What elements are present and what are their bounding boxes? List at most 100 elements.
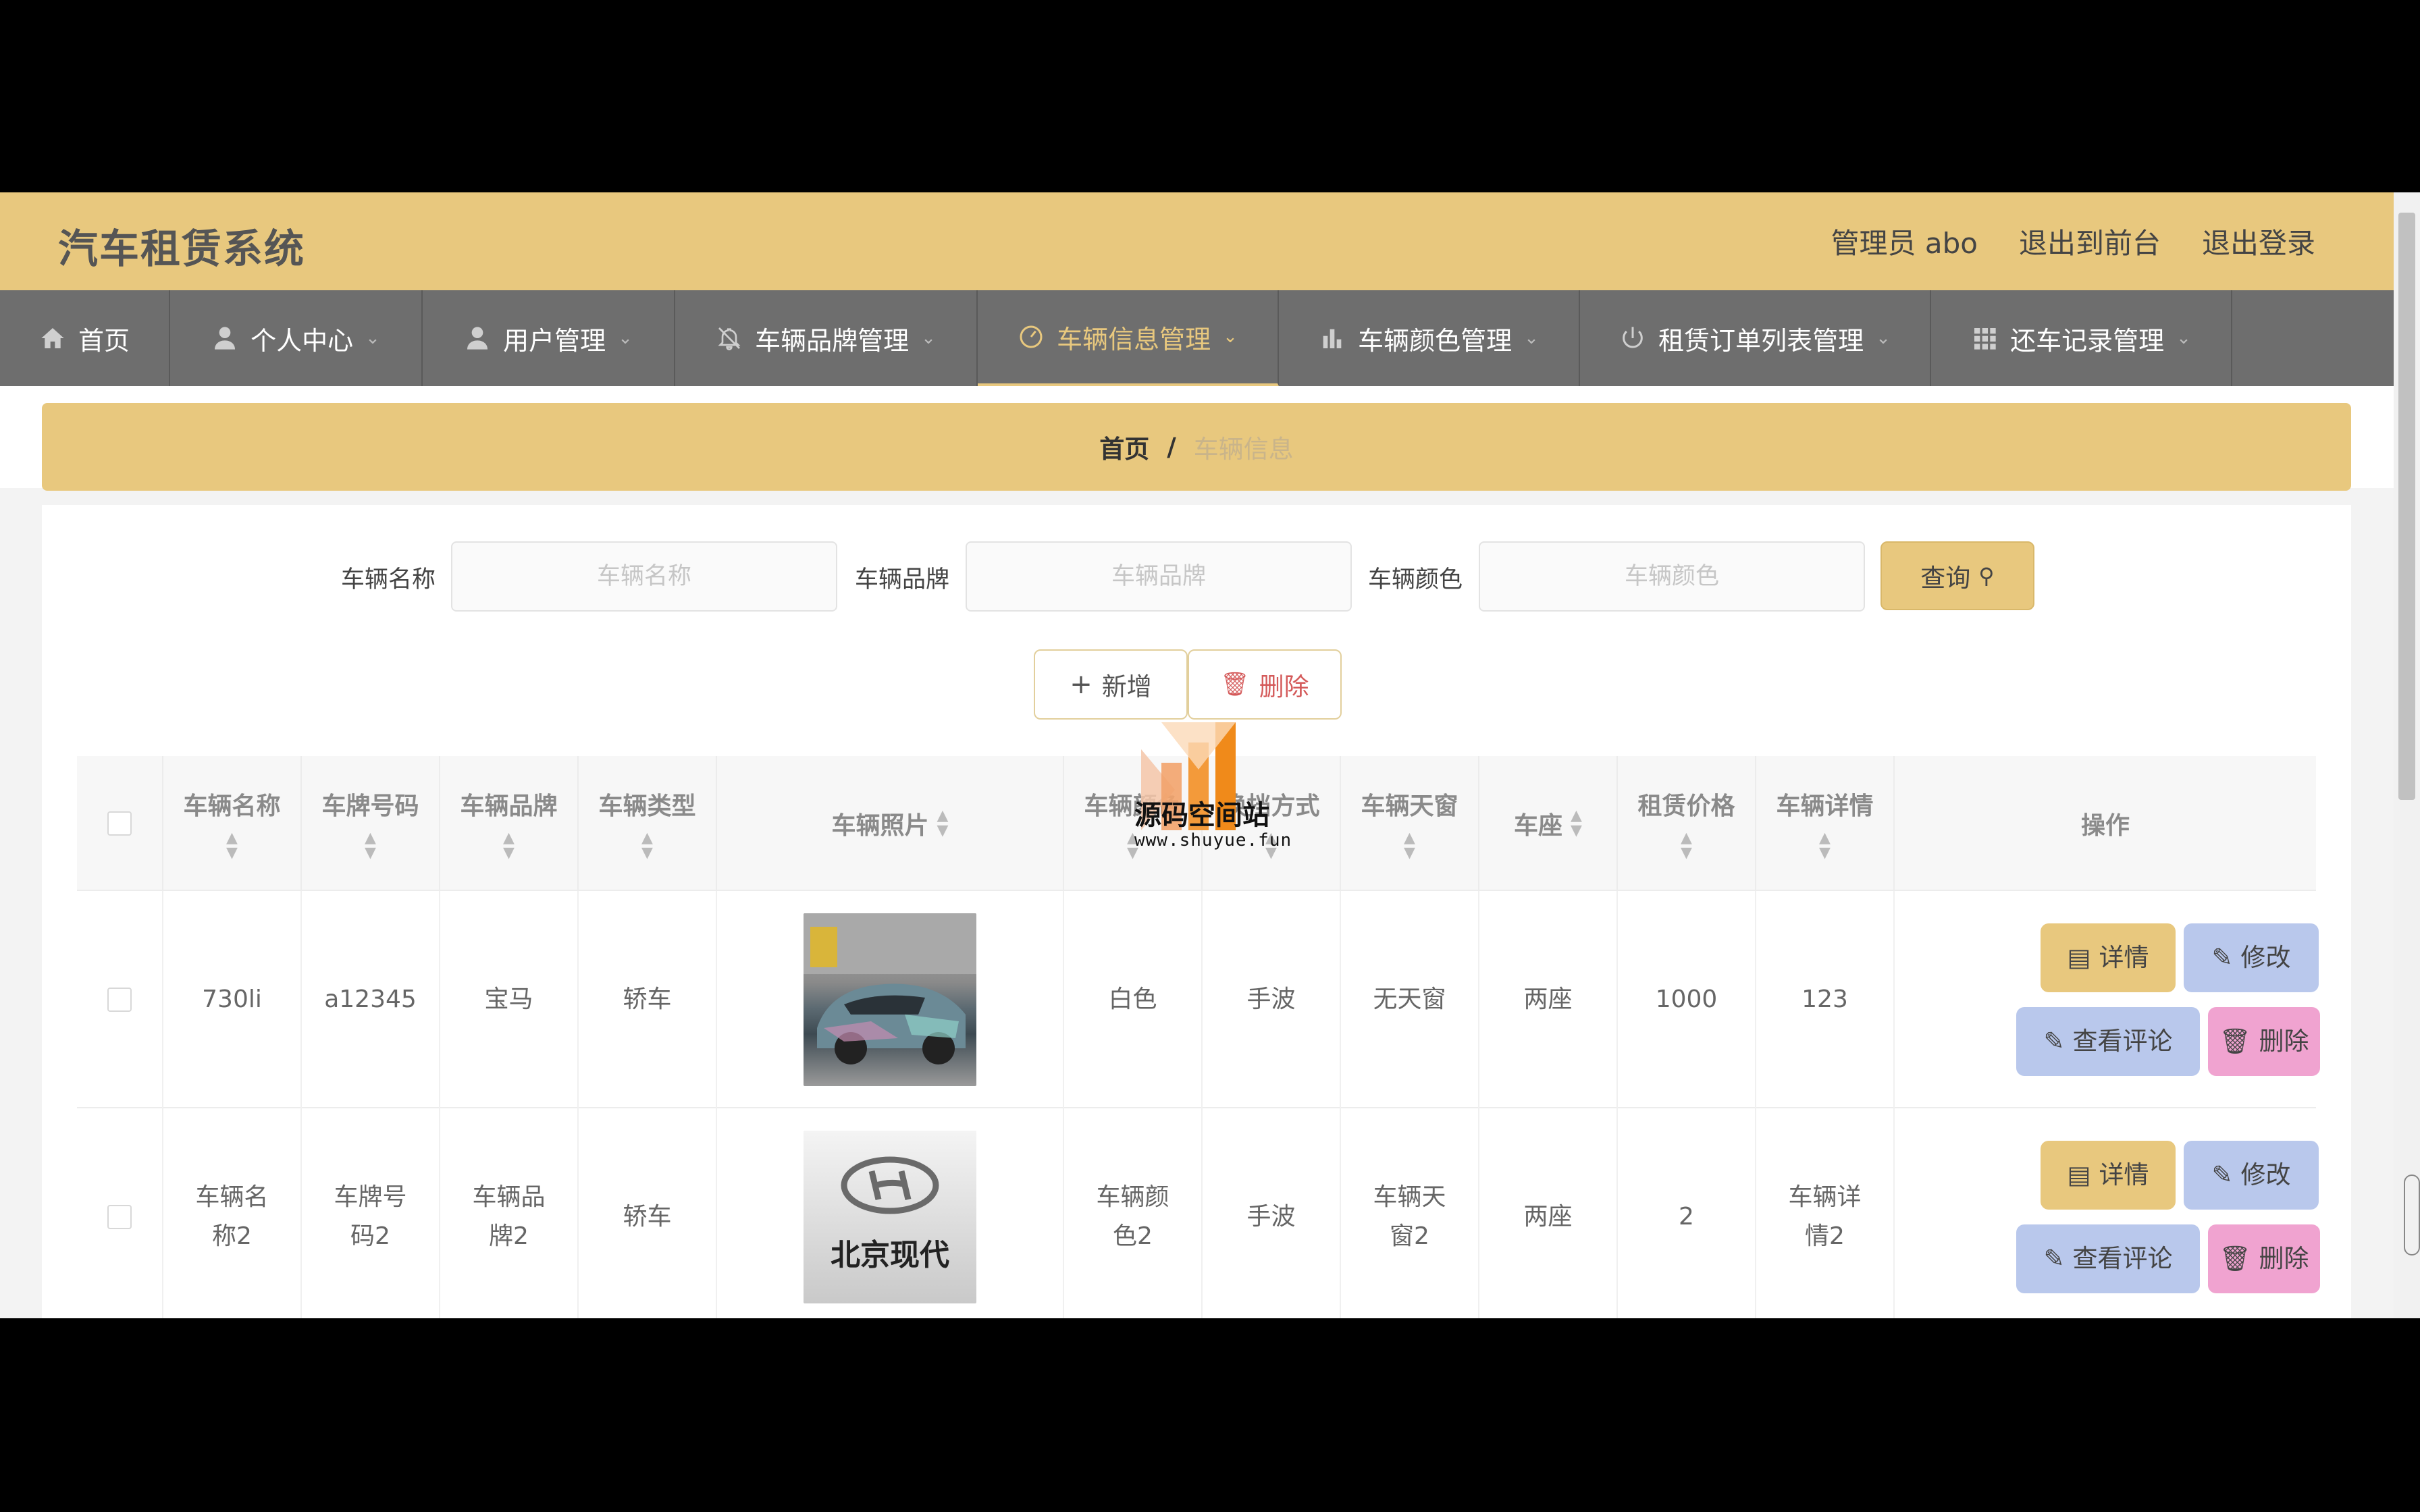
delete-button[interactable]: 🗑 删除: [2208, 1224, 2320, 1293]
edit-button[interactable]: ✎ 修改: [2184, 923, 2319, 992]
sort-icon[interactable]: ▲ ▼: [937, 809, 949, 838]
document-icon: ▤: [2067, 1160, 2091, 1190]
cell-seats: 两座: [1479, 1108, 1618, 1318]
cell-actions: ▤ 详情 ✎ 修改 ✎ 查看评论 🗑 删除: [1895, 1108, 2320, 1318]
dashboard-icon: [1020, 325, 1043, 348]
cell-photo: [717, 891, 1064, 1108]
chevron-down-icon: ⌄: [1524, 328, 1539, 348]
col-header-sunroof[interactable]: 车辆天窗 ▲ ▼: [1341, 756, 1479, 891]
col-header-label: 车辆照片: [831, 812, 929, 840]
col-header-label: 车辆天窗: [1361, 792, 1458, 820]
top-header: 汽车租赁系统 管理员 abo 退出到前台 退出登录: [0, 192, 2394, 290]
nav-item-returns[interactable]: 还车记录管理 ⌄: [1931, 290, 2232, 386]
home-icon: [41, 328, 64, 348]
cell-plate: 车牌号码2: [302, 1108, 440, 1318]
vehicle-brand-input[interactable]: [966, 541, 1352, 612]
vehicle-name-input[interactable]: [451, 541, 837, 612]
detail-label: 详情: [2099, 943, 2149, 973]
header-links: 管理员 abo 退出到前台 退出登录: [1831, 221, 2315, 262]
breadcrumb-current: 车辆信息: [1193, 435, 1294, 464]
hyundai-text: 北京现代: [831, 1237, 949, 1272]
view-reviews-button[interactable]: ✎ 查看评论: [2016, 1007, 2200, 1076]
delete-label: 删除: [2259, 1027, 2309, 1056]
nav-label: 用户管理: [503, 325, 606, 356]
col-header-label: 车牌号码: [321, 792, 419, 820]
col-header-name[interactable]: 车辆名称 ▲ ▼: [163, 756, 302, 891]
breadcrumb: 首页 / 车辆信息: [42, 403, 2351, 491]
trash-icon: 🗑: [2219, 1027, 2251, 1056]
col-header-photo[interactable]: 车辆照片 ▲ ▼: [717, 756, 1064, 891]
col-header-brand[interactable]: 车辆品牌 ▲ ▼: [440, 756, 579, 891]
nav-label: 还车记录管理: [2010, 325, 2165, 356]
nav-item-orders[interactable]: 租赁订单列表管理 ⌄: [1580, 290, 1931, 386]
sort-icon[interactable]: ▲ ▼: [365, 831, 376, 861]
nav-item-home[interactable]: 首页: [0, 290, 170, 386]
cell-detail: 车辆详情2: [1756, 1108, 1895, 1318]
bar-chart-icon: [1323, 329, 1342, 348]
nav-item-brand[interactable]: 车辆品牌管理 ⌄: [675, 290, 978, 386]
col-header-type[interactable]: 车辆类型 ▲ ▼: [579, 756, 717, 891]
vehicle-name-label: 车辆名称: [341, 566, 436, 593]
col-header-price[interactable]: 租赁价格 ▲ ▼: [1618, 756, 1756, 891]
cell-type: 轿车: [579, 1108, 717, 1318]
delete-button[interactable]: 🗑 删除: [2208, 1007, 2320, 1076]
nav-label: 个人中心: [251, 325, 354, 356]
cell-seats: 两座: [1479, 891, 1618, 1108]
cell-photo: 北京现代: [717, 1108, 1064, 1318]
sort-icon[interactable]: ▲ ▼: [1404, 831, 1415, 861]
nav-label: 租赁订单列表管理: [1658, 325, 1864, 356]
col-header-label: 车辆类型: [598, 792, 696, 820]
watermark-text: 源码空间站: [1134, 800, 1269, 831]
sort-icon[interactable]: ▲ ▼: [226, 831, 238, 861]
select-all-cell: [77, 756, 163, 891]
hyundai-emblem-icon: [841, 1156, 939, 1214]
nav-item-vehicle-info[interactable]: 车辆信息管理 ⌄: [978, 290, 1279, 386]
nav-item-users[interactable]: 用户管理 ⌄: [423, 290, 675, 386]
nav-item-personal[interactable]: 个人中心 ⌄: [170, 290, 423, 386]
col-header-label: 操作: [2080, 812, 2130, 840]
cell-color: 车辆颜色2: [1064, 1108, 1203, 1318]
row-checkbox[interactable]: [107, 1205, 132, 1229]
sort-icon[interactable]: ▲ ▼: [1571, 809, 1582, 838]
cell-price: 1000: [1618, 891, 1756, 1108]
bell-off-icon: [718, 327, 741, 351]
sort-icon[interactable]: ▲ ▼: [641, 831, 653, 861]
app-window: 汽车租赁系统 管理员 abo 退出到前台 退出登录 首页 个人中心 ⌄ 用户管理…: [0, 192, 2420, 1318]
side-scroll-indicator: [2404, 1174, 2420, 1256]
grid-icon: [1974, 328, 1996, 350]
sort-icon[interactable]: ▲ ▼: [1819, 831, 1831, 861]
edit-button[interactable]: ✎ 修改: [2184, 1141, 2319, 1210]
nav-label: 车辆颜色管理: [1358, 325, 1512, 356]
col-header-seats[interactable]: 车座 ▲ ▼: [1479, 756, 1618, 891]
logout-link[interactable]: 退出登录: [2202, 221, 2315, 262]
pencil-icon: ✎: [2043, 1027, 2065, 1056]
vehicle-color-input[interactable]: [1479, 541, 1865, 612]
detail-button[interactable]: ▤ 详情: [2041, 923, 2176, 992]
view-reviews-button[interactable]: ✎ 查看评论: [2016, 1224, 2200, 1293]
back-to-front-link[interactable]: 退出到前台: [2019, 221, 2161, 262]
select-all-checkbox[interactable]: [107, 811, 132, 836]
watermark-url: www.shuyue.fun: [1134, 830, 1292, 850]
vertical-scrollbar[interactable]: [2394, 192, 2420, 1318]
nav-label: 车辆品牌管理: [755, 325, 910, 356]
nav-item-color[interactable]: 车辆颜色管理 ⌄: [1279, 290, 1580, 386]
chevron-down-icon: ⌄: [1223, 327, 1238, 347]
col-header-plate[interactable]: 车牌号码 ▲ ▼: [302, 756, 440, 891]
power-icon: [1623, 327, 1643, 348]
row-checkbox[interactable]: [107, 988, 132, 1012]
sort-icon[interactable]: ▲ ▼: [1681, 831, 1692, 861]
breadcrumb-home[interactable]: 首页: [1099, 429, 1149, 465]
delete-label: 删除: [2259, 1244, 2309, 1274]
detail-label: 详情: [2099, 1160, 2149, 1190]
car-photo[interactable]: [804, 913, 976, 1086]
scroll-thumb[interactable]: [2398, 213, 2415, 800]
chevron-down-icon: ⌄: [921, 328, 936, 348]
admin-name: 管理员 abo: [1831, 227, 1978, 260]
trash-icon: 🗑: [2219, 1244, 2251, 1274]
search-button[interactable]: 查询 ⚲: [1880, 541, 2034, 610]
col-header-detail[interactable]: 车辆详情 ▲ ▼: [1756, 756, 1895, 891]
hyundai-logo[interactable]: 北京现代: [804, 1131, 976, 1303]
main-nav: 首页 个人中心 ⌄ 用户管理 ⌄ 车辆品牌管理 ⌄ 车辆信息管理 ⌄ 车辆颜色管…: [0, 290, 2394, 386]
detail-button[interactable]: ▤ 详情: [2041, 1141, 2176, 1210]
sort-icon[interactable]: ▲ ▼: [503, 831, 515, 861]
